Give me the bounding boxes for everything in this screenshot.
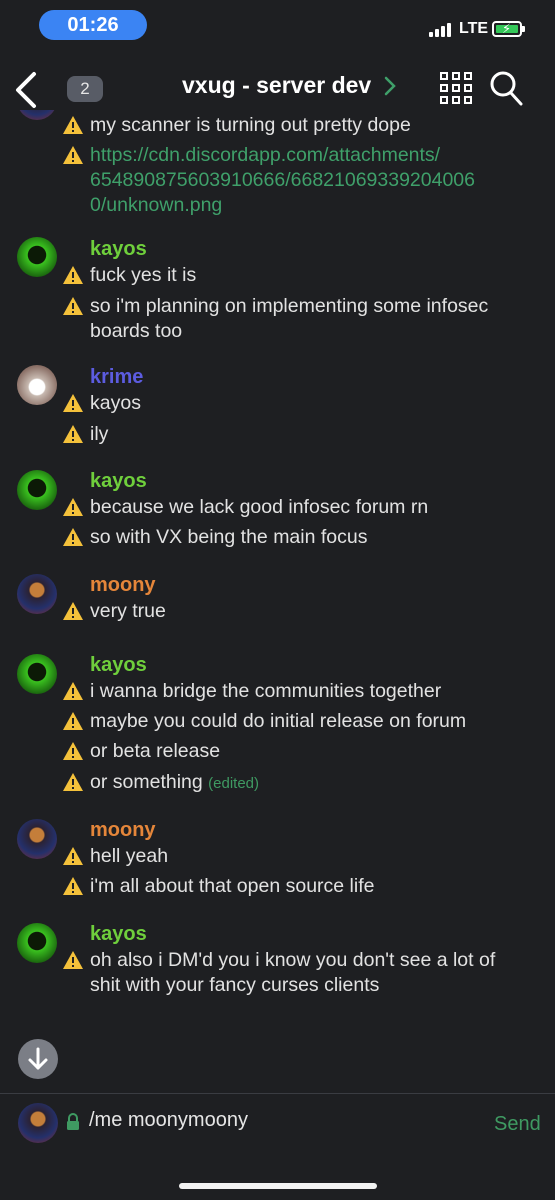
author-name[interactable]: kayos (90, 238, 147, 261)
author-name[interactable]: kayos (90, 654, 147, 677)
warning-icon (63, 742, 83, 760)
avatar[interactable] (17, 574, 57, 614)
warning-icon (63, 116, 83, 134)
warning-icon (63, 297, 83, 315)
author-name[interactable]: krime (90, 366, 143, 389)
message-text: very true (90, 600, 166, 622)
warning-icon (63, 528, 83, 546)
message-line[interactable]: because we lack good infosec forum rn (62, 495, 428, 520)
warning-icon (63, 498, 83, 516)
message-text: i'm all about that open source life (90, 875, 375, 897)
message-line[interactable]: or something (edited) (62, 770, 259, 796)
composer-divider (0, 1093, 555, 1094)
message-line[interactable]: oh also i DM'd you i know you don't see … (62, 948, 495, 998)
message-text: hell yeah (90, 845, 169, 867)
message-text: boards too (90, 320, 183, 342)
unread-badge[interactable]: 2 (67, 76, 103, 102)
warning-icon (63, 682, 83, 700)
edited-label: (edited) (208, 775, 260, 792)
warning-icon (63, 394, 83, 412)
warning-icon (63, 425, 83, 443)
message-text: i wanna bridge the communities together (90, 680, 442, 702)
author-name[interactable]: kayos (90, 923, 147, 946)
avatar[interactable] (17, 237, 57, 277)
message-line[interactable]: so i'm planning on implementing some inf… (62, 294, 488, 344)
battery-icon: ⚡ (492, 21, 525, 37)
message-line[interactable]: hell yeah (62, 844, 168, 869)
avatar[interactable] (17, 110, 57, 120)
message-line[interactable]: so with VX being the main focus (62, 525, 368, 550)
message-list[interactable]: my scanner is turning out pretty dope ht… (0, 110, 555, 1020)
avatar[interactable] (17, 470, 57, 510)
channel-title[interactable]: vxug - server dev (182, 72, 371, 99)
back-icon[interactable] (12, 70, 42, 110)
warning-icon (63, 266, 83, 284)
message-line[interactable]: i'm all about that open source life (62, 874, 374, 899)
message-line[interactable]: maybe you could do initial release on fo… (62, 709, 466, 734)
warning-icon (63, 602, 83, 620)
message-line[interactable]: fuck yes it is (62, 263, 196, 288)
avatar[interactable] (17, 654, 57, 694)
search-icon[interactable] (489, 70, 523, 106)
network-label: LTE (459, 20, 489, 37)
avatar[interactable] (17, 819, 57, 859)
message-line[interactable]: my scanner is turning out pretty dope (62, 113, 411, 138)
message-line[interactable]: or beta release (62, 739, 220, 764)
message-text: maybe you could do initial release on fo… (90, 710, 467, 732)
warning-icon (63, 146, 83, 164)
grid-icon[interactable] (440, 72, 472, 104)
message-text: fuck yes it is (90, 264, 197, 286)
avatar[interactable] (17, 365, 57, 405)
message-text: my scanner is turning out pretty dope (90, 114, 411, 136)
author-name[interactable]: moony (90, 574, 156, 597)
message-text: so with VX being the main focus (90, 526, 368, 548)
message-text: or something (90, 771, 203, 793)
message-input[interactable]: /me moonymoony (89, 1109, 248, 1132)
message-text: oh also i DM'd you i know you don't see … (90, 949, 496, 971)
message-text: kayos (90, 392, 141, 414)
message-link[interactable]: 654890875603910666/66821069339204006 (90, 168, 475, 193)
chevron-right-icon[interactable] (384, 76, 396, 96)
warning-icon (63, 712, 83, 730)
author-name[interactable]: kayos (90, 470, 147, 493)
message-text: ily (90, 423, 109, 445)
arrow-down-icon (28, 1047, 48, 1070)
scroll-to-bottom-button[interactable] (18, 1039, 58, 1079)
message-line[interactable]: kayos (62, 391, 141, 416)
message-line[interactable]: i wanna bridge the communities together (62, 679, 441, 704)
avatar[interactable] (17, 923, 57, 963)
status-time: 01:26 (39, 10, 147, 40)
status-bar: 01:26 LTE ⚡ (0, 0, 555, 52)
warning-icon (63, 951, 83, 969)
warning-icon (63, 877, 83, 895)
message-link[interactable]: 0/unknown.png (90, 193, 475, 218)
message-line[interactable]: very true (62, 599, 166, 624)
home-indicator (179, 1183, 377, 1189)
message-link[interactable]: https://cdn.discordapp.com/attachments/ (90, 143, 475, 168)
message-text: because we lack good infosec forum rn (90, 496, 429, 518)
message-text: so i'm planning on implementing some inf… (90, 295, 489, 317)
warning-icon (63, 847, 83, 865)
signal-icon (429, 23, 455, 37)
message-line[interactable]: ily (62, 422, 108, 447)
composer-avatar (18, 1103, 58, 1143)
warning-icon (63, 773, 83, 791)
lock-icon (67, 1113, 79, 1130)
message-text: shit with your fancy curses clients (90, 974, 380, 996)
message-text: or beta release (90, 740, 221, 762)
send-button[interactable]: Send (494, 1113, 541, 1136)
author-name[interactable]: moony (90, 819, 156, 842)
message-line[interactable]: https://cdn.discordapp.com/attachments/ … (62, 143, 475, 218)
